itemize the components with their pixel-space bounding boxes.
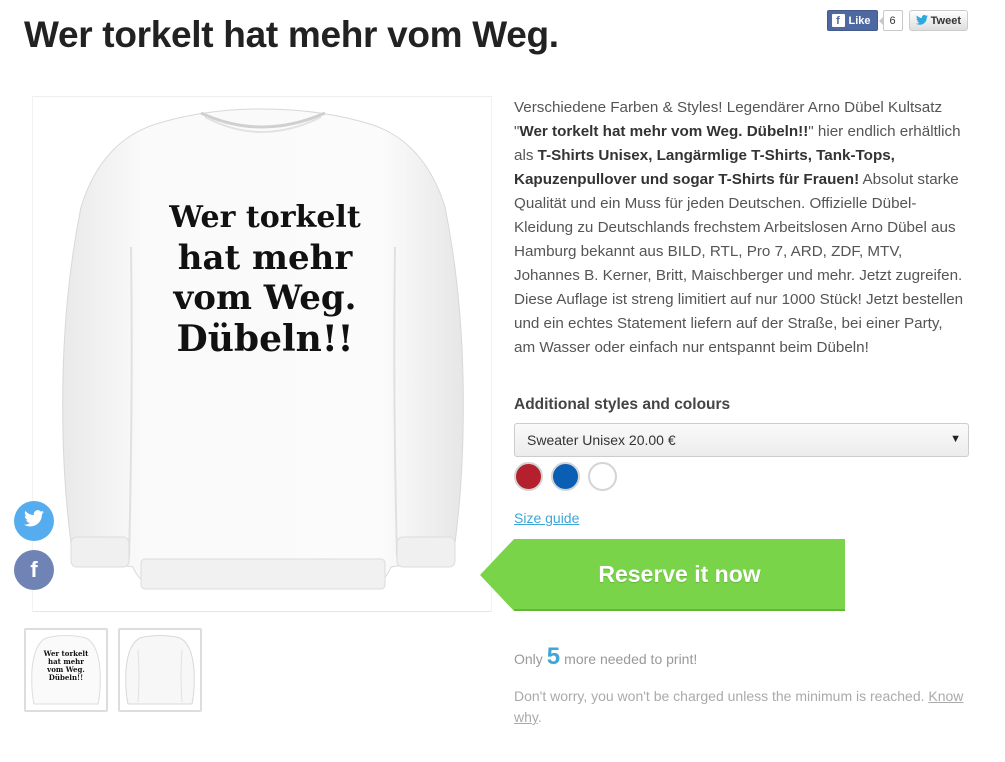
twitter-bird-icon (915, 14, 928, 28)
product-thumbnails: Wer torkelt hat mehr vom Weg. Dübeln!! (24, 628, 202, 712)
needed-prefix: Only (514, 651, 543, 667)
style-select-value: Sweater Unisex 20.00 € (527, 432, 676, 448)
product-title: Wer torkelt hat mehr vom Weg. (24, 14, 559, 55)
charge-notice: Don't worry, you won't be charged unless… (514, 686, 964, 728)
color-swatch-white[interactable] (588, 462, 617, 491)
charge-notice-period: . (537, 709, 542, 725)
size-guide-link[interactable]: Size guide (514, 510, 579, 526)
print-threshold-status: Only 5 more needed to print! (514, 643, 697, 671)
thumbnail-front-image: Wer torkelt hat mehr vom Weg. Dübeln!! (31, 635, 101, 705)
tweet-label: Tweet (930, 14, 961, 27)
social-top-bar: f Like 6 Tweet (826, 10, 968, 31)
styles-label: Additional styles and colours (514, 396, 731, 413)
shirt-print-line-4: Dübeln!! (177, 318, 354, 360)
twitter-icon (24, 510, 44, 532)
color-swatch-red[interactable] (514, 462, 543, 491)
share-twitter-button[interactable] (14, 501, 54, 541)
needed-count: 5 (546, 643, 561, 670)
thumbnail-back[interactable] (118, 628, 202, 712)
shirt-print-line-2: hat mehr (178, 238, 354, 278)
tweet-button[interactable]: Tweet (908, 10, 968, 31)
description-text-3: Absolut starke Qualität und ein Muss für… (514, 171, 964, 356)
facebook-icon: f (30, 557, 38, 582)
facebook-small-icon: f (831, 14, 845, 27)
reserve-button-label: Reserve it now (514, 539, 845, 611)
needed-suffix: more needed to print! (564, 651, 698, 667)
product-main-image[interactable]: Wer torkelt hat mehr vom Weg. Dübeln!! (32, 96, 492, 612)
color-swatch-blue[interactable] (551, 462, 580, 491)
style-select[interactable]: Sweater Unisex 20.00 € ▼ (514, 423, 969, 457)
reserve-button[interactable]: Reserve it now (480, 539, 845, 611)
description-bold-1: Wer torkelt hat mehr vom Weg. Dübeln!! (519, 123, 809, 140)
shirt-print-line-3: vom Weg. (173, 278, 357, 318)
product-description: Verschiedene Farben & Styles! Legendärer… (514, 96, 966, 360)
description-bold-2: T-Shirts Unisex, Langärmlige T-Shirts, T… (514, 147, 895, 188)
share-facebook-button[interactable]: f (14, 550, 54, 590)
charge-notice-text: Don't worry, you won't be charged unless… (514, 688, 929, 704)
chevron-down-icon: ▼ (950, 433, 961, 445)
thumb-print-line-4: Dübeln!! (49, 673, 83, 682)
sweater-front-image: Wer torkelt hat mehr vom Weg. Dübeln!! (62, 108, 464, 590)
facebook-like-label: Like (848, 14, 871, 27)
facebook-like-button[interactable]: f Like (826, 10, 878, 31)
shirt-print-line-1: Wer torkelt (168, 200, 361, 235)
thumbnail-front[interactable]: Wer torkelt hat mehr vom Weg. Dübeln!! (24, 628, 108, 712)
facebook-like-count: 6 (878, 10, 903, 31)
reserve-arrow (480, 539, 514, 611)
color-swatches (514, 462, 617, 491)
thumbnail-back-image (125, 635, 195, 705)
facebook-like-widget[interactable]: f Like 6 (826, 10, 903, 31)
